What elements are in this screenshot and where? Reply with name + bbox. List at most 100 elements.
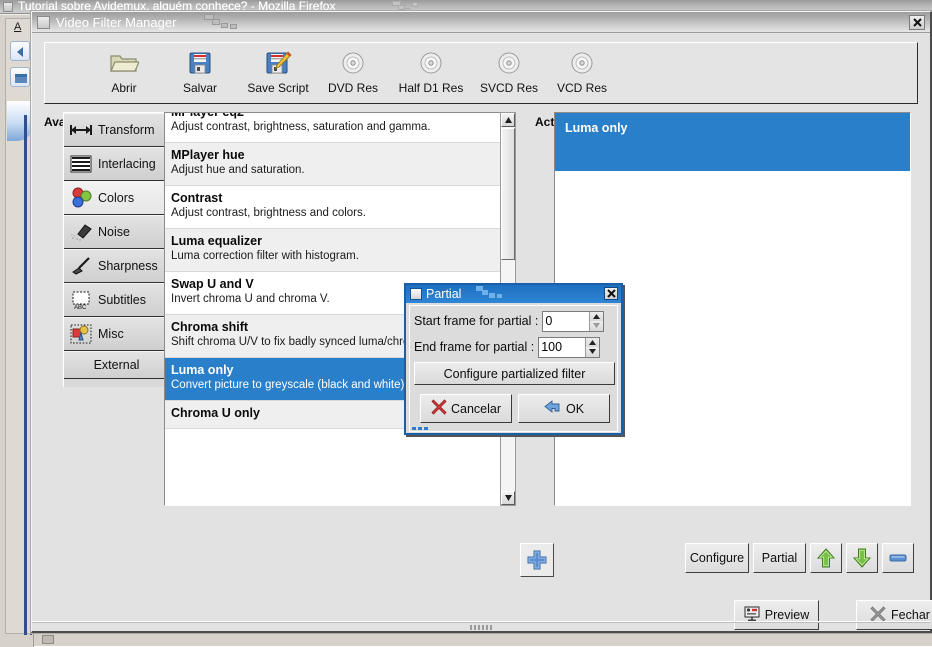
end-frame-spin-arrows[interactable] xyxy=(585,337,600,357)
dialog-decor-block xyxy=(412,427,416,430)
configure-button[interactable]: Configure xyxy=(685,543,749,573)
firefox-back-button[interactable] xyxy=(10,41,30,61)
sidebar-item-label: Misc xyxy=(98,327,124,341)
toolbar-button-save-script[interactable]: Save Script xyxy=(233,47,323,101)
triangle-down-icon xyxy=(504,495,512,501)
spin-down-button[interactable] xyxy=(585,347,600,357)
filter-name: Contrast xyxy=(171,191,223,205)
end-frame-spinner[interactable] xyxy=(538,336,601,358)
sidebar-item-label: Sharpness xyxy=(98,259,158,273)
sidebar-item-transform[interactable]: Transform xyxy=(64,113,169,147)
window-titlebar[interactable]: Video Filter Manager xyxy=(32,12,930,33)
close-icon xyxy=(606,289,616,298)
list-item[interactable]: MPlayer hue Adjust hue and saturation. xyxy=(165,143,501,186)
start-frame-spin-arrows[interactable] xyxy=(589,311,604,331)
partial-close-button[interactable] xyxy=(604,287,618,300)
triangle-up-icon xyxy=(589,339,597,345)
window-system-menu-icon[interactable] xyxy=(37,16,50,29)
firefox-system-menu-icon[interactable] xyxy=(3,2,13,12)
partial-dialog: Partial Start frame for partial : 0 End … xyxy=(404,283,623,435)
firefox-bookmark-button[interactable] xyxy=(10,67,30,87)
floppy-pencil-icon xyxy=(264,47,292,79)
close-button-label: Fechar xyxy=(891,608,930,622)
scroll-down-button[interactable] xyxy=(501,491,515,505)
sidebar-item-label: Interlacing xyxy=(98,157,156,171)
arrows-horizontal-icon xyxy=(70,119,92,141)
move-up-button[interactable] xyxy=(810,543,842,573)
arrow-down-icon xyxy=(853,548,871,568)
svg-text:ABC: ABC xyxy=(74,305,87,310)
close-button[interactable]: Fechar xyxy=(856,600,932,630)
sidebar-item-label: External xyxy=(93,358,140,372)
titlebar-decor-block xyxy=(497,294,502,298)
partial-dialog-titlebar[interactable]: Partial xyxy=(406,285,621,303)
firefox-content-edge xyxy=(24,115,27,635)
ok-button[interactable]: OK xyxy=(518,394,610,423)
sidebar-item-label: Colors xyxy=(98,191,135,205)
sidebar-item-misc[interactable]: Misc xyxy=(64,317,169,351)
window-resize-grip[interactable] xyxy=(470,625,492,630)
start-frame-row: Start frame for partial : xyxy=(414,310,615,332)
triangle-down-icon xyxy=(589,349,597,355)
toolbar-button-half-d1-res[interactable]: Half D1 Res xyxy=(385,47,477,101)
toolbar-button-dvd-res[interactable]: DVD Res xyxy=(313,47,393,101)
toolbar-button-salvar[interactable]: Salvar xyxy=(163,47,237,101)
scroll-up-button[interactable] xyxy=(501,113,515,127)
firefox-status-icon xyxy=(42,635,54,644)
disc-icon xyxy=(341,47,365,79)
filter-name: MPlayer eq2 xyxy=(171,112,244,119)
open-folder-icon xyxy=(109,47,139,79)
spin-up-button[interactable] xyxy=(585,337,600,347)
scrollbar-thumb[interactable] xyxy=(501,128,515,260)
eraser-noise-icon xyxy=(70,221,92,243)
window-close-button[interactable] xyxy=(909,15,925,30)
configure-partialized-label: Configure partialized filter xyxy=(443,366,586,381)
partial-system-menu-icon[interactable] xyxy=(410,288,422,300)
sidebar-item-external[interactable]: External xyxy=(64,351,169,379)
spin-up-button[interactable] xyxy=(589,311,604,321)
sidebar-item-subtitles[interactable]: ABC Subtitles xyxy=(64,283,169,317)
cancel-x-icon xyxy=(431,399,447,418)
titlebar-decor-block xyxy=(489,293,495,298)
toolbar-label: Salvar xyxy=(182,81,217,95)
sidebar-item-colors[interactable]: Colors xyxy=(64,181,169,215)
filter-name: Luma equalizer xyxy=(171,234,262,248)
cancel-button-label: Cancelar xyxy=(450,401,502,416)
toolbar-button-abrir[interactable]: Abrir xyxy=(87,47,161,101)
dialog-decor-block xyxy=(424,427,428,430)
disc-icon xyxy=(419,47,443,79)
toolbar-label: SVCD Res xyxy=(479,81,538,95)
list-item[interactable]: Contrast Adjust contrast, brightness and… xyxy=(165,186,501,229)
list-item[interactable]: MPlayer eq2 Adjust contrast, brightness,… xyxy=(165,112,501,143)
end-frame-row: End frame for partial : xyxy=(414,336,615,358)
sidebar-item-sharpness[interactable]: Sharpness xyxy=(64,249,169,283)
enter-arrow-icon xyxy=(544,399,562,418)
toolbar-button-svcd-res[interactable]: SVCD Res xyxy=(465,47,553,101)
toolbar-button-vcd-res[interactable]: VCD Res xyxy=(542,47,622,101)
triangle-up-icon xyxy=(504,117,512,123)
minus-icon xyxy=(889,554,907,562)
move-down-button[interactable] xyxy=(846,543,878,573)
active-filter-row[interactable]: Luma only xyxy=(555,113,910,171)
partial-dialog-body: Start frame for partial : End frame for … xyxy=(409,305,618,432)
footer-separator xyxy=(32,621,930,623)
triangle-up-icon xyxy=(593,313,601,319)
start-frame-spinner[interactable] xyxy=(542,310,605,332)
dialog-decor-block xyxy=(418,427,422,430)
remove-filter-button[interactable] xyxy=(882,543,914,573)
titlebar-decor-block xyxy=(482,290,488,295)
sidebar-item-interlacing[interactable]: Interlacing xyxy=(64,147,169,181)
toolbar-label: VCD Res xyxy=(556,81,607,95)
add-filter-button[interactable] xyxy=(520,543,554,577)
sidebar-item-noise[interactable]: Noise xyxy=(64,215,169,249)
partial-button[interactable]: Partial xyxy=(753,543,806,573)
preview-button[interactable]: Preview xyxy=(734,600,819,630)
configure-partialized-filter-button[interactable]: Configure partialized filter xyxy=(414,362,615,385)
toolbar-label: Half D1 Res xyxy=(398,81,464,95)
end-frame-label: End frame for partial : xyxy=(414,340,535,354)
preview-button-label: Preview xyxy=(764,608,810,622)
spin-down-button[interactable] xyxy=(589,321,604,331)
list-item[interactable]: Luma equalizer Luma correction filter wi… xyxy=(165,229,501,272)
firefox-left-rail: A xyxy=(0,15,34,647)
cancel-button[interactable]: Cancelar xyxy=(420,394,512,423)
